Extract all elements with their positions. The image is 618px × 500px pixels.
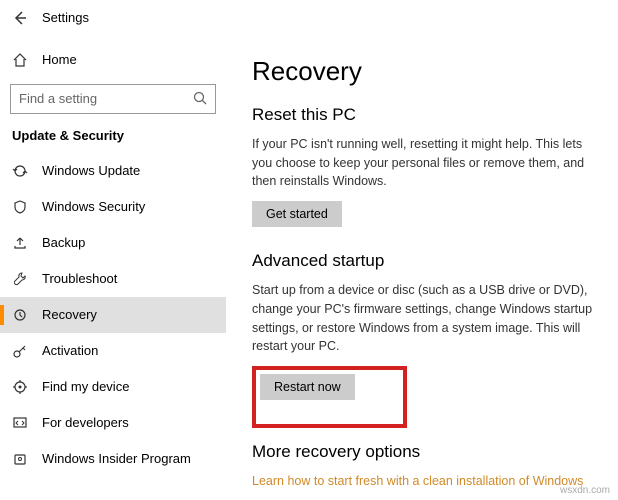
sidebar-home-label: Home xyxy=(42,52,77,67)
main-content: Recovery Reset this PC If your PC isn't … xyxy=(226,36,618,500)
sidebar-item-recovery[interactable]: Recovery xyxy=(0,297,226,333)
sidebar-item-windows-update[interactable]: Windows Update xyxy=(0,153,226,189)
highlight-box: Restart now xyxy=(252,366,407,428)
sidebar-item-label: For developers xyxy=(42,415,129,430)
sidebar-home[interactable]: Home xyxy=(0,44,226,76)
search-container xyxy=(10,84,216,114)
wrench-icon xyxy=(12,271,28,287)
more-recovery-title: More recovery options xyxy=(252,442,598,462)
reset-pc-desc: If your PC isn't running well, resetting… xyxy=(252,135,598,191)
sidebar-item-label: Find my device xyxy=(42,379,129,394)
sidebar-item-label: Recovery xyxy=(42,307,97,322)
window-title: Settings xyxy=(42,10,89,25)
sidebar-item-troubleshoot[interactable]: Troubleshoot xyxy=(0,261,226,297)
developer-icon xyxy=(12,415,28,431)
watermark: wsxdn.com xyxy=(560,485,610,496)
sidebar-item-label: Windows Update xyxy=(42,163,140,178)
titlebar: Settings xyxy=(0,0,618,36)
get-started-button[interactable]: Get started xyxy=(252,201,342,227)
sidebar-item-label: Backup xyxy=(42,235,85,250)
advanced-startup-title: Advanced startup xyxy=(252,251,598,271)
fresh-start-link[interactable]: Learn how to start fresh with a clean in… xyxy=(252,474,583,488)
key-icon xyxy=(12,343,28,359)
advanced-startup-desc: Start up from a device or disc (such as … xyxy=(252,281,598,356)
sidebar-item-activation[interactable]: Activation xyxy=(0,333,226,369)
sidebar-item-find-my-device[interactable]: Find my device xyxy=(0,369,226,405)
sync-icon xyxy=(12,163,28,179)
page-title: Recovery xyxy=(252,56,598,87)
sidebar-item-label: Activation xyxy=(42,343,98,358)
sidebar-item-label: Windows Security xyxy=(42,199,145,214)
sidebar-item-windows-security[interactable]: Windows Security xyxy=(0,189,226,225)
recovery-icon xyxy=(12,307,28,323)
location-icon xyxy=(12,379,28,395)
sidebar: Home Update & Security Windows Update Wi… xyxy=(0,36,226,500)
reset-pc-title: Reset this PC xyxy=(252,105,598,125)
backup-icon xyxy=(12,235,28,251)
search-input[interactable] xyxy=(10,84,216,114)
sidebar-section-label: Update & Security xyxy=(0,124,226,153)
sidebar-item-backup[interactable]: Backup xyxy=(0,225,226,261)
sidebar-item-label: Windows Insider Program xyxy=(42,451,191,466)
insider-icon xyxy=(12,451,28,467)
home-icon xyxy=(12,52,28,68)
sidebar-item-for-developers[interactable]: For developers xyxy=(0,405,226,441)
shield-icon xyxy=(12,199,28,215)
sidebar-item-label: Troubleshoot xyxy=(42,271,117,286)
restart-now-button[interactable]: Restart now xyxy=(260,374,355,400)
sidebar-item-windows-insider[interactable]: Windows Insider Program xyxy=(0,441,226,477)
back-icon[interactable] xyxy=(12,10,28,26)
